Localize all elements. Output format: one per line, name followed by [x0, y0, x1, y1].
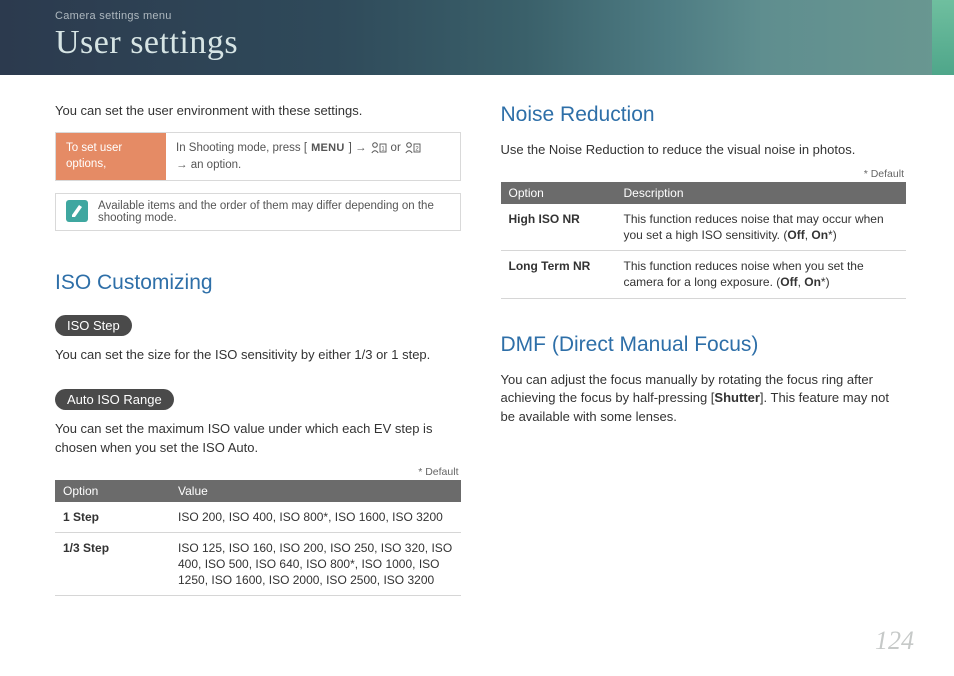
noise-reduction-heading: Noise Reduction — [501, 103, 907, 127]
table-row: Long Term NR This function reduces noise… — [501, 251, 907, 298]
nr-r1-post: *) — [821, 275, 830, 289]
nr-r1-off: Off — [780, 275, 797, 289]
content-area: You can set the user environment with th… — [0, 75, 954, 616]
default-note-left: * Default — [57, 466, 459, 478]
nr-row1-k: Long Term NR — [501, 251, 616, 298]
dmf-text: You can adjust the focus manually by rot… — [501, 371, 907, 428]
iso-step-pill: ISO Step — [55, 315, 132, 336]
iso-table-h0: Option — [55, 480, 170, 502]
default-note-right: * Default — [503, 168, 905, 180]
nr-r1-on: On — [804, 275, 821, 289]
nr-row1-v: This function reduces noise when you set… — [616, 251, 907, 298]
nr-table-h1: Description — [616, 182, 907, 204]
breadcrumb: Camera settings menu — [55, 10, 954, 22]
set-options-label: To set user options, — [56, 133, 166, 180]
note-box: Available items and the order of them ma… — [55, 193, 461, 231]
nr-r0-on: On — [811, 228, 828, 242]
auto-iso-range-pill: Auto ISO Range — [55, 389, 174, 410]
left-column: You can set the user environment with th… — [55, 103, 461, 596]
iso-row0-v: ISO 200, ISO 400, ISO 800*, ISO 1600, IS… — [170, 502, 461, 533]
iso-step-text: You can set the size for the ISO sensiti… — [55, 346, 461, 365]
iso-customizing-heading: ISO Customizing — [55, 271, 461, 295]
nr-table-h0: Option — [501, 182, 616, 204]
gridbox-mid2: or — [391, 142, 401, 154]
iso-row1-v: ISO 125, ISO 160, ISO 200, ISO 250, ISO … — [170, 532, 461, 596]
gridbox-suffix: → an option. — [176, 159, 241, 171]
set-options-box: To set user options, In Shooting mode, p… — [55, 132, 461, 181]
note-text: Available items and the order of them ma… — [98, 200, 450, 224]
nr-intro: Use the Noise Reduction to reduce the vi… — [501, 141, 907, 160]
note-icon — [66, 200, 88, 222]
nr-r0-post: *) — [828, 228, 837, 242]
iso-table-h1: Value — [170, 480, 461, 502]
table-row: 1/3 Step ISO 125, ISO 160, ISO 200, ISO … — [55, 532, 461, 596]
iso-row0-k: 1 Step — [55, 502, 170, 533]
dmf-heading: DMF (Direct Manual Focus) — [501, 333, 907, 357]
nr-row0-k: High ISO NR — [501, 204, 616, 251]
page-number: 124 — [875, 626, 914, 656]
nr-row0-v: This function reduces noise that may occ… — [616, 204, 907, 251]
nr-table: Option Description High ISO NR This func… — [501, 182, 907, 299]
user-settings-2-icon: 2 — [405, 142, 421, 154]
set-options-value: In Shooting mode, press [MENU] → 1 or 2 … — [166, 133, 460, 180]
page-banner: Camera settings menu User settings — [0, 0, 954, 75]
intro-text: You can set the user environment with th… — [55, 103, 461, 118]
iso-table: Option Value 1 Step ISO 200, ISO 400, IS… — [55, 480, 461, 597]
iso-row1-k: 1/3 Step — [55, 532, 170, 596]
nr-r0-pre: This function reduces noise that may occ… — [624, 212, 884, 242]
gridbox-prefix: In Shooting mode, press [ — [176, 142, 307, 154]
auto-iso-text: You can set the maximum ISO value under … — [55, 420, 461, 458]
page-title: User settings — [55, 24, 954, 62]
gridbox-mid1: ] → — [349, 142, 367, 154]
table-row: High ISO NR This function reduces noise … — [501, 204, 907, 251]
user-settings-1-icon: 1 — [371, 142, 387, 154]
menu-button-label: MENU — [311, 142, 345, 154]
table-row: 1 Step ISO 200, ISO 400, ISO 800*, ISO 1… — [55, 502, 461, 533]
dmf-shutter: Shutter — [714, 390, 760, 405]
nr-r0-off: Off — [787, 228, 804, 242]
right-column: Noise Reduction Use the Noise Reduction … — [501, 103, 907, 596]
